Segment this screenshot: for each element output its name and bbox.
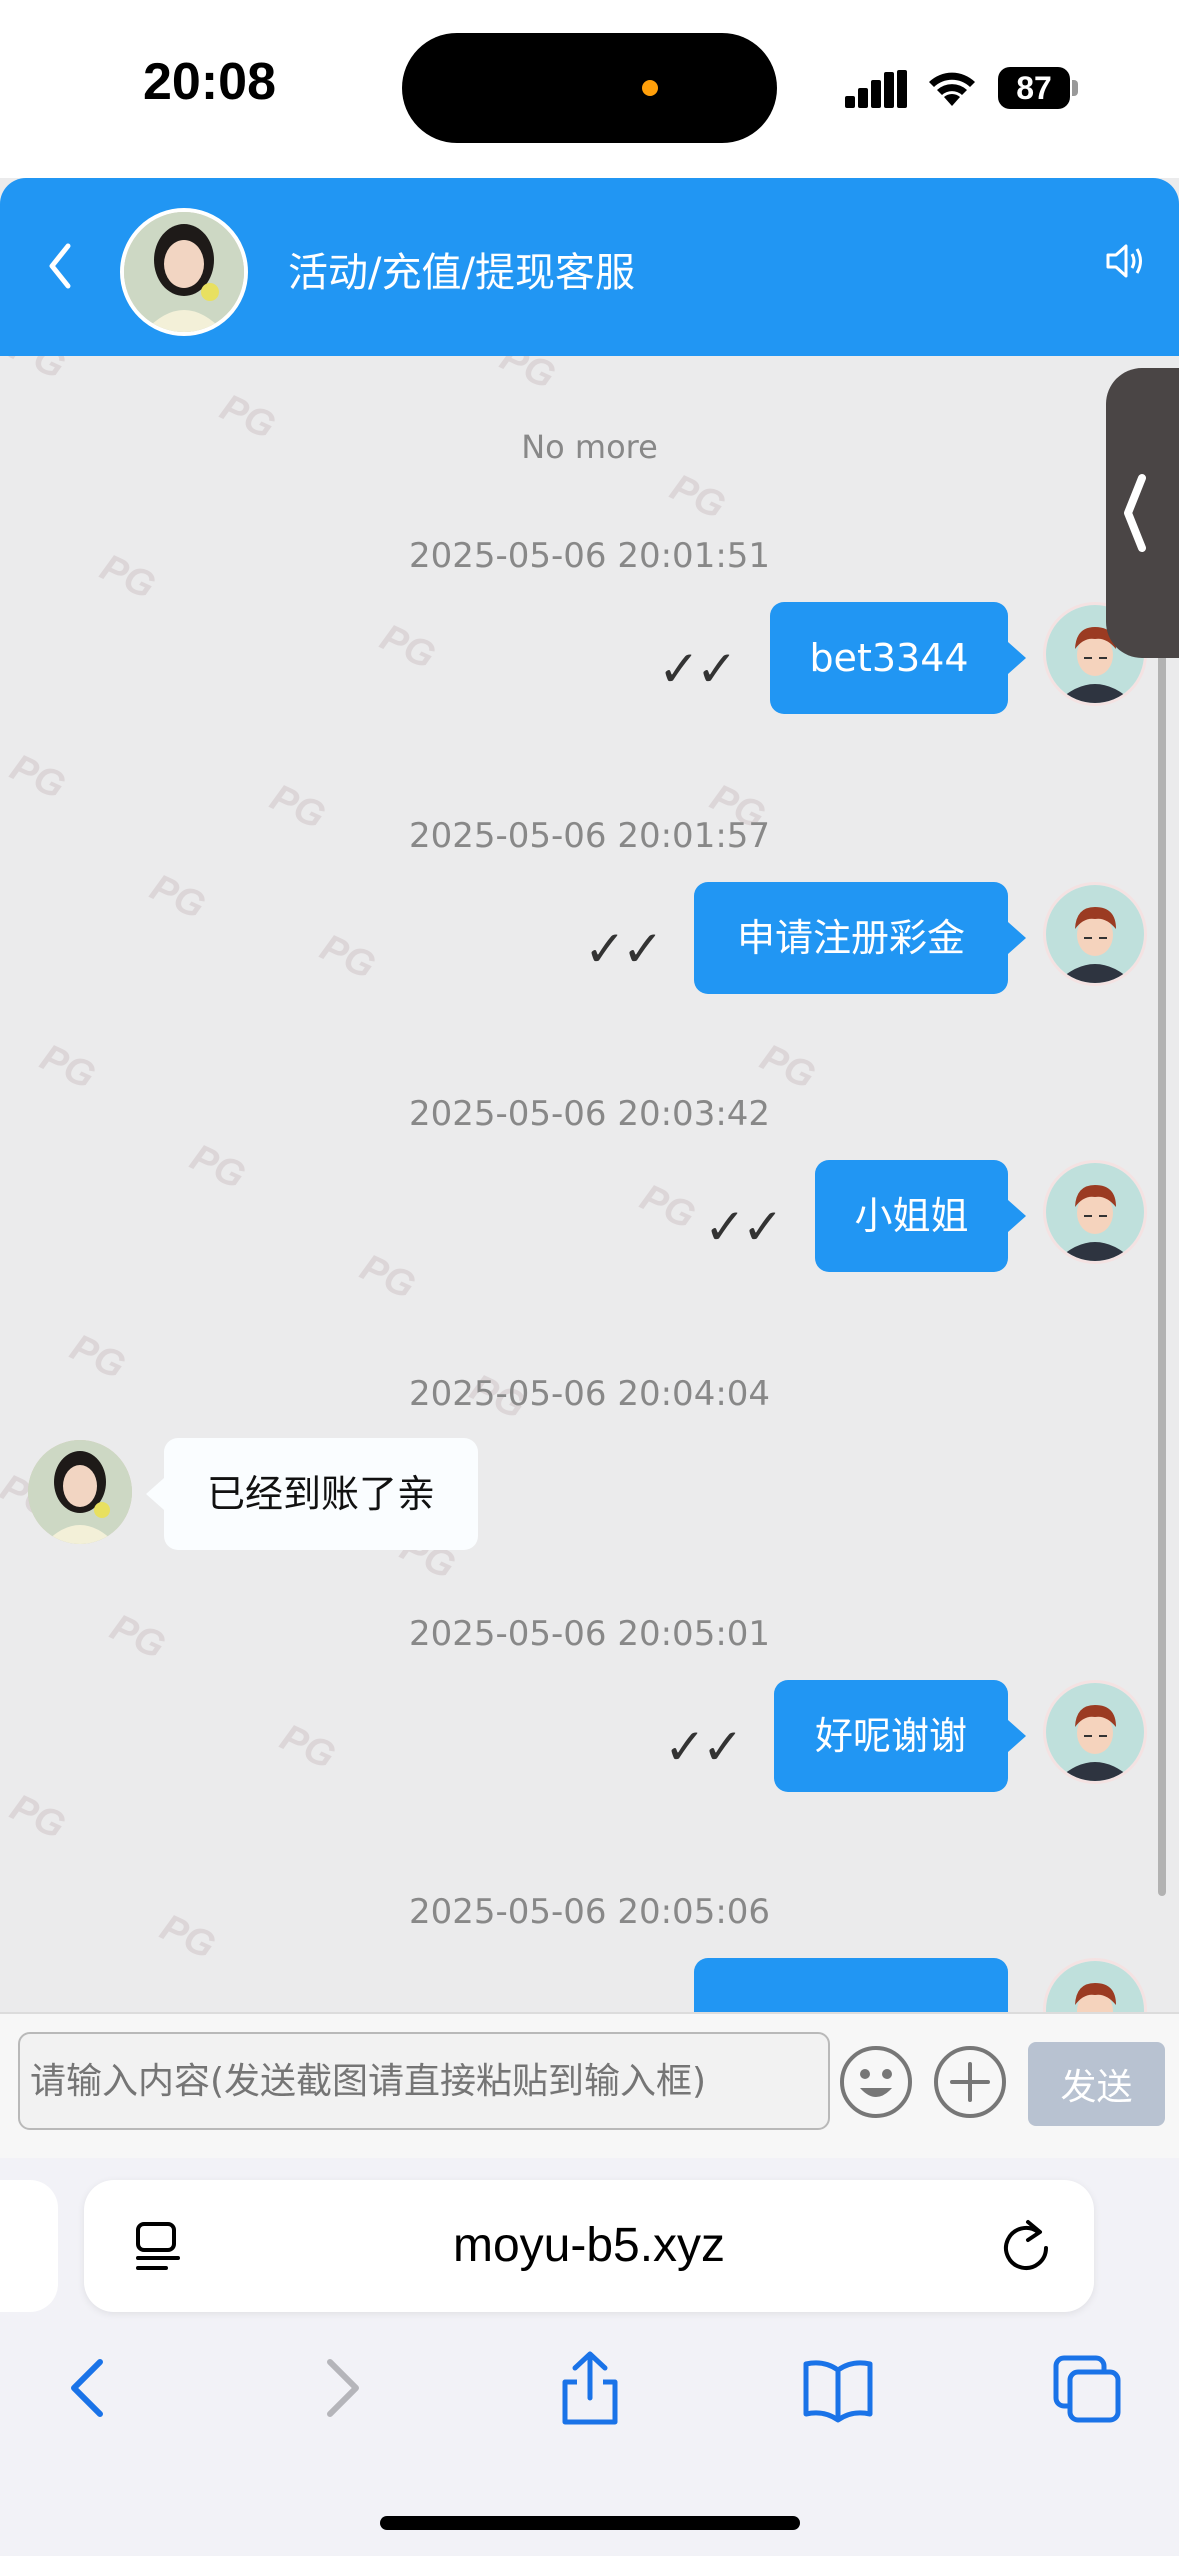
message-list[interactable]: PG PG PG PG PG PG PG PG PG PG PG PG PG P… — [0, 356, 1179, 2012]
outgoing-message-bubble[interactable]: 申请注册彩金 — [694, 882, 1008, 994]
message-timestamp: 2025-05-06 20:05:01 — [408, 1614, 771, 1654]
watermark: PG — [33, 1036, 102, 1098]
share-icon[interactable] — [555, 2348, 625, 2428]
watermark: PG — [633, 1176, 702, 1238]
tabs-icon[interactable] — [1050, 2348, 1126, 2428]
browser-back-icon[interactable] — [62, 2348, 112, 2428]
chevron-left-icon — [1124, 474, 1146, 552]
watermark: PG — [493, 356, 562, 398]
agent-avatar — [28, 1440, 132, 1544]
reload-icon[interactable] — [998, 2216, 1054, 2276]
signal-icon — [845, 70, 907, 108]
battery-icon: 87 — [998, 67, 1070, 109]
watermark: PG — [143, 866, 212, 928]
status-time: 20:08 — [143, 53, 276, 111]
side-drawer-handle[interactable] — [1106, 368, 1179, 658]
message-timestamp: 2025-05-06 20:04:04 — [408, 1374, 771, 1414]
message-timestamp: 2025-05-06 20:01:57 — [408, 816, 771, 856]
outgoing-message-bubble[interactable]: 小姐姐 — [815, 1160, 1008, 1272]
dynamic-island — [402, 33, 777, 143]
watermark: PG — [3, 1786, 72, 1848]
watermark: PG — [373, 616, 442, 678]
read-receipt-icon: ✓✓ — [584, 920, 664, 978]
battery-tip — [1072, 80, 1078, 96]
scrollbar[interactable] — [1158, 606, 1166, 1896]
message-timestamp: 2025-05-06 20:05:06 — [408, 1892, 771, 1932]
read-receipt-icon: ✓✓ — [664, 1718, 744, 1776]
message-timestamp: 2025-05-06 20:03:42 — [408, 1094, 771, 1134]
back-arrow-icon[interactable] — [40, 236, 80, 296]
bubble-tail — [1008, 1720, 1026, 1752]
bubble-tail — [146, 1478, 164, 1510]
user-avatar — [1043, 882, 1147, 986]
watermark: PG — [663, 466, 732, 528]
wifi-icon — [929, 72, 975, 106]
send-button[interactable]: 发送 — [1028, 2042, 1165, 2126]
watermark: PG — [273, 1716, 342, 1778]
bookmarks-icon[interactable] — [800, 2348, 876, 2428]
agent-avatar — [120, 208, 248, 336]
bubble-tail — [1008, 922, 1026, 954]
user-avatar — [1043, 1958, 1147, 2012]
watermark: PG — [313, 926, 382, 988]
incoming-message-bubble[interactable]: 已经到账了亲 — [164, 1438, 478, 1550]
read-receipt-icon: ✓✓ — [704, 1198, 784, 1256]
user-avatar — [1043, 1160, 1147, 1264]
user-avatar — [1043, 1680, 1147, 1784]
outgoing-message-bubble[interactable]: 好呢谢谢 — [774, 1680, 1008, 1792]
home-indicator — [380, 2516, 800, 2530]
url-text[interactable]: moyu-b5.xyz — [84, 2180, 1094, 2312]
no-more-label: No more — [521, 428, 658, 466]
watermark: PG — [3, 746, 72, 808]
speaker-icon[interactable] — [1104, 240, 1146, 282]
bubble-tail — [1008, 642, 1026, 674]
activity-indicator-icon — [642, 80, 658, 96]
emoji-icon[interactable] — [838, 2044, 914, 2120]
outgoing-message-bubble[interactable] — [694, 1958, 1008, 2012]
watermark: PG — [753, 1036, 822, 1098]
message-input[interactable] — [18, 2032, 830, 2130]
previous-tab-preview[interactable] — [0, 2180, 58, 2312]
add-attachment-icon[interactable] — [932, 2044, 1008, 2120]
watermark: PG — [353, 1246, 422, 1308]
outgoing-message-bubble[interactable]: bet3344 — [770, 602, 1008, 714]
read-receipt-icon: ✓✓ — [658, 640, 738, 698]
message-timestamp: 2025-05-06 20:01:51 — [408, 536, 771, 576]
browser-forward-icon[interactable] — [318, 2348, 368, 2428]
watermark: PG — [183, 1136, 252, 1198]
bubble-tail — [1008, 1200, 1026, 1232]
chat-title: 活动/充值/提现客服 — [288, 250, 635, 296]
watermark: PG — [3, 356, 72, 388]
